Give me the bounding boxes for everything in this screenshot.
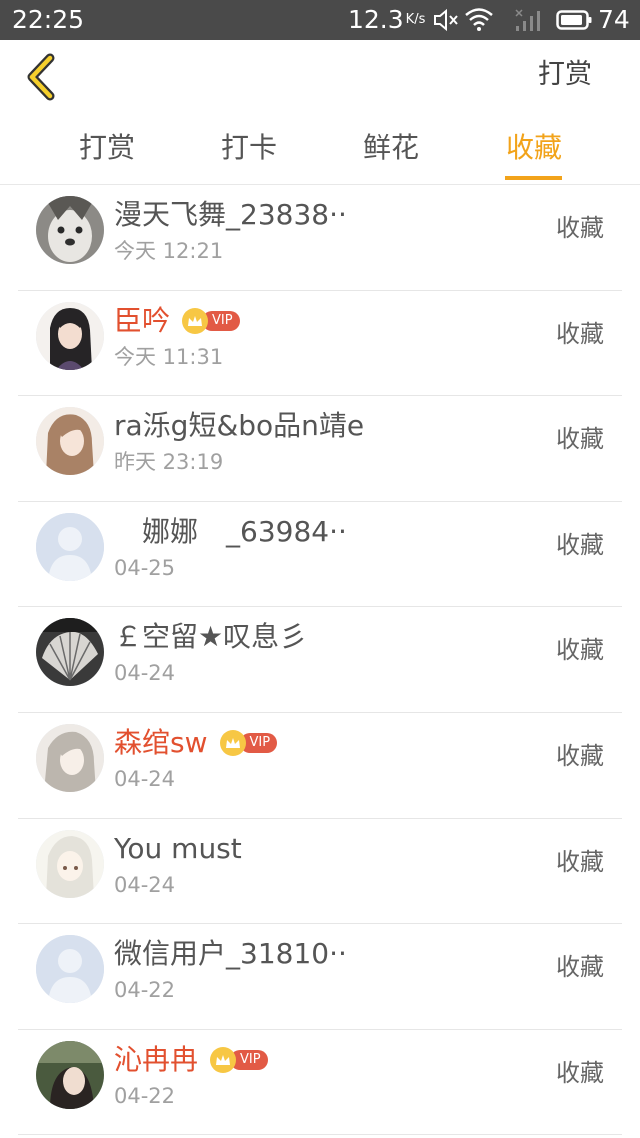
timestamp: 04-22 xyxy=(114,978,176,1003)
reward-button[interactable]: 打赏 xyxy=(538,58,592,92)
network-speed-unit: K/s xyxy=(405,12,426,27)
list-item[interactable]: 微信用户_31810·· 04-22 收藏 xyxy=(0,924,640,1030)
active-tab-indicator xyxy=(505,176,562,180)
vip-badge: VIP xyxy=(182,307,240,334)
network-speed-value: 12.3 xyxy=(348,5,404,34)
crown-icon xyxy=(182,307,209,334)
battery-icon xyxy=(556,10,592,30)
list-item[interactable]: 森绾sw VIP 04-24 收藏 xyxy=(0,713,640,819)
favorite-label: 收藏 xyxy=(556,425,604,454)
avatar xyxy=(36,196,104,264)
anime-girl-avatar-image xyxy=(36,723,104,792)
status-time: 22:25 xyxy=(12,5,85,34)
avatar xyxy=(36,829,104,898)
user-name: 漫天飞舞_23838·· xyxy=(114,198,347,231)
list-item[interactable]: ￡空留★叹息彡 04-24 收藏 xyxy=(0,607,640,713)
tab-favorites[interactable]: 收藏 xyxy=(474,128,594,168)
back-button[interactable] xyxy=(20,52,64,102)
vip-badge: VIP xyxy=(210,1046,268,1073)
list-item[interactable]: You must 04-24 收藏 xyxy=(0,819,640,925)
avatar xyxy=(36,1040,104,1109)
favorite-label: 收藏 xyxy=(556,741,604,770)
timestamp: 今天 12:21 xyxy=(114,239,224,263)
mute-icon xyxy=(434,8,458,32)
battery-level: 74 xyxy=(598,5,630,34)
tab-bar: 打赏 打卡 鲜花 收藏 xyxy=(0,128,640,184)
user-name: 森绾sw xyxy=(114,725,208,759)
timestamp: 04-24 xyxy=(114,661,176,686)
signal-icon xyxy=(515,9,540,31)
favorite-label: 收藏 xyxy=(556,319,604,348)
avatar xyxy=(36,723,104,792)
list-item[interactable]: ra泺g短&bo品n靖e 昨天 23:19 收藏 xyxy=(0,396,640,502)
status-bar: 22:25 12.3 K/s 74 xyxy=(0,0,640,40)
user-name: 沁冉冉 xyxy=(114,1042,199,1076)
timestamp: 04-24 xyxy=(114,766,176,791)
user-name: ￡空留★叹息彡 xyxy=(114,620,308,654)
user-name: 微信用户_31810·· xyxy=(114,937,347,971)
wifi-icon xyxy=(465,8,493,31)
favorites-list: 漫天飞舞_23838·· 今天 12:21 收藏 臣吟 VIP 今天 11:31 xyxy=(0,185,640,1135)
white-hair-avatar-image xyxy=(36,829,104,898)
dog-avatar-image xyxy=(36,196,104,264)
favorite-label: 收藏 xyxy=(556,847,604,876)
user-name: ra泺g短&bo品n靖e xyxy=(114,409,365,443)
favorite-label: 收藏 xyxy=(556,214,604,242)
avatar xyxy=(36,512,104,581)
user-name: 臣吟 xyxy=(114,303,171,337)
girl-avatar-image xyxy=(36,407,104,476)
avatar xyxy=(36,935,104,1004)
fan-avatar-image xyxy=(36,618,104,687)
avatar xyxy=(36,407,104,476)
header: 打赏 打赏 打卡 鲜花 收藏 xyxy=(0,40,640,185)
favorite-label: 收藏 xyxy=(556,1058,604,1087)
timestamp: 今天 11:31 xyxy=(114,344,224,369)
user-name: You must xyxy=(114,831,242,865)
photo-avatar-image xyxy=(36,1040,104,1109)
vip-badge: VIP xyxy=(219,729,278,756)
tab-checkin[interactable]: 打卡 xyxy=(189,128,309,168)
list-item[interactable]: 沁冉冉 VIP 04-22 收藏 xyxy=(0,1030,640,1136)
list-item[interactable]: 娜娜 _63984·· 04-25 收藏 xyxy=(0,502,640,608)
timestamp: 04-22 xyxy=(114,1083,176,1108)
anime-man-avatar-image xyxy=(36,301,104,370)
crown-icon xyxy=(219,729,246,756)
favorite-label: 收藏 xyxy=(556,636,604,665)
timestamp: 昨天 23:19 xyxy=(114,450,224,475)
timestamp: 04-24 xyxy=(114,872,176,897)
favorite-label: 收藏 xyxy=(556,530,604,559)
avatar xyxy=(36,301,104,370)
list-item[interactable]: 漫天飞舞_23838·· 今天 12:21 收藏 xyxy=(0,185,640,291)
chevron-left-icon xyxy=(27,53,55,101)
timestamp: 04-25 xyxy=(114,555,176,580)
list-item[interactable]: 臣吟 VIP 今天 11:31 收藏 xyxy=(0,291,640,397)
default-avatar-icon xyxy=(36,512,104,581)
crown-icon xyxy=(210,1046,237,1073)
tab-reward[interactable]: 打赏 xyxy=(47,128,167,168)
user-name: 娜娜 _63984·· xyxy=(114,514,347,548)
avatar xyxy=(36,618,104,687)
favorite-label: 收藏 xyxy=(556,953,604,982)
default-avatar-icon xyxy=(36,935,104,1004)
network-speed: 12.3 K/s xyxy=(348,4,425,36)
tab-flowers[interactable]: 鲜花 xyxy=(331,128,451,168)
